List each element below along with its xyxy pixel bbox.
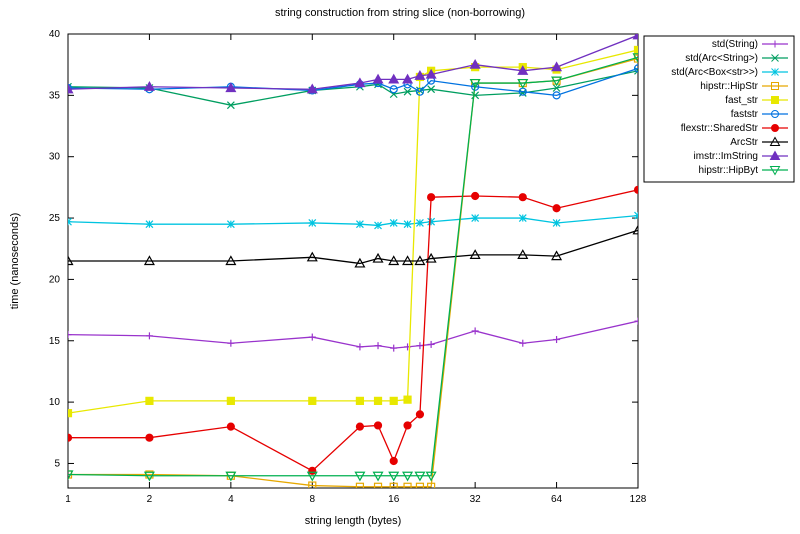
chart-container: string construction from string slice (n… xyxy=(0,0,800,534)
legend-label-7: ArcStr xyxy=(730,137,758,148)
chart-title: string construction from string slice (n… xyxy=(275,7,525,19)
series-line-6 xyxy=(68,190,638,471)
legend-label-2: std(Arc<Box<str>>) xyxy=(671,67,758,78)
svg-text:15: 15 xyxy=(49,336,61,347)
y-axis-label: time (nanoseconds) xyxy=(9,213,21,310)
series-line-9 xyxy=(68,57,638,475)
series-line-4 xyxy=(68,50,638,413)
svg-text:35: 35 xyxy=(49,90,61,101)
legend-label-0: std(String) xyxy=(712,39,758,50)
svg-text:5: 5 xyxy=(54,458,60,469)
svg-text:25: 25 xyxy=(49,213,61,224)
svg-text:32: 32 xyxy=(470,494,482,505)
series-line-1 xyxy=(68,71,638,105)
svg-text:16: 16 xyxy=(388,494,400,505)
chart-svg: string construction from string slice (n… xyxy=(0,0,800,534)
legend-label-5: faststr xyxy=(731,109,759,120)
series-line-2 xyxy=(68,216,638,226)
legend-label-9: hipstr::HipByt xyxy=(699,165,759,176)
legend-label-1: std(Arc<String>) xyxy=(685,53,758,64)
svg-text:4: 4 xyxy=(228,494,234,505)
svg-text:64: 64 xyxy=(551,494,563,505)
x-axis-label: string length (bytes) xyxy=(305,515,402,527)
series-markers-2 xyxy=(65,212,642,229)
svg-text:128: 128 xyxy=(630,494,647,505)
svg-text:30: 30 xyxy=(49,152,61,163)
series-markers-3 xyxy=(65,55,642,490)
series-markers-6 xyxy=(65,186,642,474)
svg-text:8: 8 xyxy=(310,494,316,505)
series-markers-0 xyxy=(65,318,642,352)
svg-text:10: 10 xyxy=(49,397,61,408)
legend-label-8: imstr::ImString xyxy=(694,151,758,162)
series-line-0 xyxy=(68,321,638,348)
series-markers-9 xyxy=(64,54,643,480)
svg-text:40: 40 xyxy=(49,29,61,40)
legend-label-3: hipstr::HipStr xyxy=(700,81,758,92)
svg-text:2: 2 xyxy=(147,494,153,505)
svg-text:20: 20 xyxy=(49,274,61,285)
legend-label-6: flexstr::SharedStr xyxy=(681,123,759,134)
legend-label-4: fast_str xyxy=(725,95,758,106)
series-markers-4 xyxy=(65,46,642,416)
svg-text:1: 1 xyxy=(65,494,71,505)
legend: std(String) std(Arc<String>) std(Arc<Box<s… xyxy=(644,36,794,182)
series-line-3 xyxy=(68,59,638,487)
